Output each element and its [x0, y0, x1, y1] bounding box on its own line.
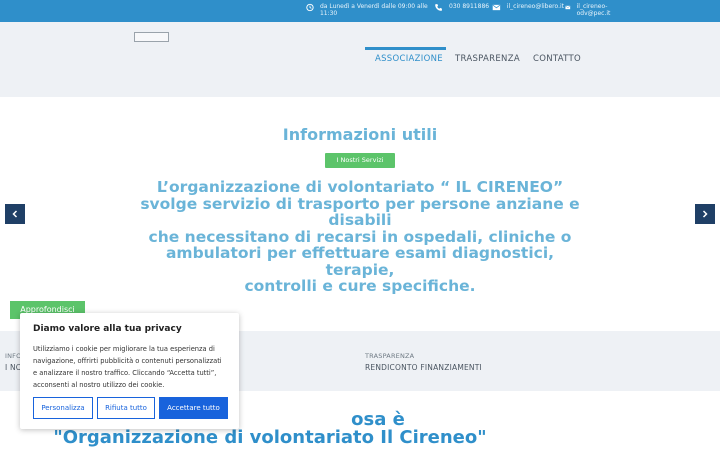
chevron-left-icon: [12, 210, 18, 218]
cookie-title: Diamo valore alla tua privacy: [33, 324, 182, 334]
cookie-buttons: Personalizza Rifiuta tutto Accettare tut…: [33, 397, 228, 419]
slider-prev-button[interactable]: [5, 204, 25, 224]
opening-hours-text: da Lunedì a Venerdì dalle 09:00 alle 11:…: [319, 3, 428, 17]
reject-all-button[interactable]: Rifiuta tutto: [97, 397, 155, 419]
clock-icon: [306, 3, 314, 12]
nav-associazione[interactable]: ASSOCIAZIONE: [375, 54, 443, 64]
hero-line: L’organizzazione di volontariato “ IL CI…: [156, 178, 564, 196]
hero-line: svolge servizio di trasporto per persone…: [140, 194, 580, 213]
slider-next-button[interactable]: [695, 204, 715, 224]
hero-line: ambulatori per effettuare esami diagnost…: [165, 244, 555, 262]
customize-button[interactable]: Personalizza: [33, 397, 93, 419]
cookie-banner: Diamo valore alla tua privacy Utilizziam…: [20, 313, 239, 429]
site-logo[interactable]: [134, 32, 169, 42]
email-text[interactable]: il_cireneo@libero.it: [507, 3, 564, 10]
phone-contact[interactable]: 030 8911886: [434, 3, 490, 12]
accept-all-button[interactable]: Accettare tutto: [159, 397, 228, 419]
hero-title: Informazioni utili: [282, 125, 438, 144]
mail-icon: [492, 4, 501, 11]
hero-line: che necessitano di recarsi in ospedali, …: [148, 227, 572, 246]
chevron-right-icon: [702, 210, 708, 218]
hero-line: disabili: [328, 211, 392, 229]
opening-hours: da Lunedì a Venerdì dalle 09:00 alle 11:…: [306, 3, 432, 17]
hero-slider: Informazioni utili I Nostri Servizi L’or…: [0, 97, 720, 331]
services-button[interactable]: I Nostri Servizi: [325, 153, 395, 168]
hero-line: controlli e cure specifiche.: [244, 277, 476, 295]
nav-active-indicator: [365, 47, 446, 50]
top-bar: da Lunedì a Venerdì dalle 09:00 alle 11:…: [0, 0, 720, 22]
cookie-text: Utilizziamo i cookie per migliorare la t…: [33, 345, 222, 389]
site-header: ASSOCIAZIONE TRASPARENZA CONTATTO: [0, 22, 720, 97]
hero-description: L’organizzazione di volontariato “ IL CI…: [120, 179, 600, 295]
hero-line: terapie,: [325, 260, 395, 279]
rendiconto-link[interactable]: RENDICONTO FINANZIAMENTI: [365, 363, 482, 372]
nav-contatto[interactable]: CONTATTO: [533, 54, 581, 64]
mail-icon: [565, 5, 571, 10]
trasparenza-category: TRASPARENZA: [365, 352, 415, 360]
pec-text[interactable]: il_cireneo-odv@pec.it: [577, 3, 617, 17]
about-heading-line2: "Organizzazione di volontariato Il Ciren…: [53, 427, 487, 448]
nav-trasparenza[interactable]: TRASPARENZA: [455, 54, 520, 64]
phone-text[interactable]: 030 8911886: [449, 3, 489, 10]
pec-contact[interactable]: il_cireneo-odv@pec.it: [565, 3, 617, 17]
email-contact[interactable]: il_cireneo@libero.it: [492, 3, 564, 12]
trasparenza-column: TRASPARENZA RENDICONTO FINANZIAMENTI: [365, 352, 482, 372]
phone-icon: [435, 4, 442, 11]
